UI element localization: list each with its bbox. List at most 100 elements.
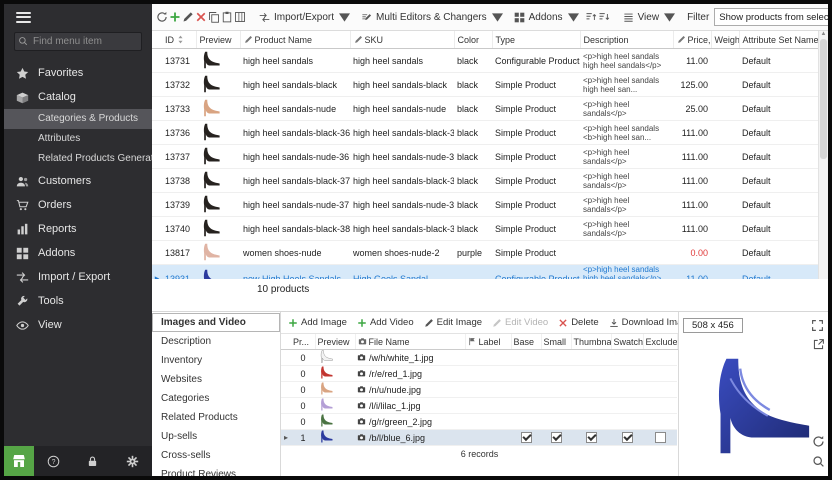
lock-icon[interactable] [86,455,99,468]
sidebar-item-label: Addons [38,247,75,259]
base-checkbox[interactable] [521,432,532,443]
column-header-product-name[interactable]: Product Name [240,31,350,49]
media-row[interactable]: 0/w/h/white_1.jpg [281,350,677,366]
sidebar-item-tools[interactable]: Tools [4,289,152,313]
media-column-label[interactable]: Label [465,334,511,350]
sidebar-item-addons[interactable]: Addons [4,241,152,265]
open-new-window-icon[interactable] [812,338,825,351]
tab-images-and-video[interactable]: Images and Video [152,313,280,332]
edit-image-button[interactable]: Edit Image [420,317,486,328]
media-column-swatch[interactable]: Swatch [611,334,643,350]
row-expander[interactable]: ▸ [152,265,162,280]
sidebar-item-import-export[interactable]: Import / Export [4,265,152,289]
sidebar-item-favorites[interactable]: Favorites [4,61,152,85]
product-row[interactable]: 13817women shoes-nudewomen shoes-nude-2p… [152,241,819,265]
thumbnail-checkbox[interactable] [586,432,597,443]
refresh-button[interactable] [156,7,168,27]
column-header-preview[interactable]: Preview [196,31,240,49]
media-row[interactable]: 0/r/e/red_1.jpg [281,366,677,382]
tab-websites[interactable]: Websites [152,370,280,389]
sidebar-item-categories-products[interactable]: Categories & Products [4,109,152,129]
media-column-preview[interactable]: Preview [315,334,355,350]
sort-desc-button[interactable] [598,7,610,27]
product-row[interactable]: 13740high heel sandals-black-38high heel… [152,217,819,241]
sidebar-item-catalog[interactable]: Catalog [4,85,152,109]
column-header-type[interactable]: Type [492,31,580,49]
product-row[interactable]: 13736high heel sandals-black-36high heel… [152,121,819,145]
product-row[interactable]: 13738high heel sandals-black-37high heel… [152,169,819,193]
exclude-checkbox[interactable] [655,432,666,443]
sidebar-search-input[interactable] [14,32,142,51]
tab-related-products[interactable]: Related Products [152,408,280,427]
columns-button[interactable] [234,7,246,27]
small-checkbox[interactable] [551,432,562,443]
scroll-up-icon[interactable]: ▲ [821,31,827,37]
media-row[interactable]: 0/n/u/nude.jpg [281,382,677,398]
tab-inventory[interactable]: Inventory [152,351,280,370]
swatch-checkbox[interactable] [622,432,633,443]
media-column-pr[interactable]: Pr... [291,334,315,350]
media-column-base[interactable]: Base [511,334,541,350]
copy-button[interactable] [208,7,220,27]
rotate-icon[interactable] [812,435,825,448]
tab-description[interactable]: Description [152,332,280,351]
tab-product-reviews[interactable]: Product Reviews [152,465,280,476]
tab-up-sells[interactable]: Up-sells [152,427,280,446]
media-column-exclude[interactable]: Exclude [643,334,677,350]
cell-weight [711,121,739,145]
column-header-weight[interactable]: Weight [711,31,739,49]
edit-pencil-button[interactable] [182,7,194,27]
product-row[interactable]: 13732high heel sandals-blackhigh heel sa… [152,73,819,97]
cell-color: black [454,49,492,73]
media-row[interactable]: ▸1/b/l/blue_6.jpg [281,430,677,446]
product-row[interactable]: 13733high heel sandals-nudehigh heel san… [152,97,819,121]
view-button[interactable]: View [618,7,681,27]
delete-button[interactable] [195,7,207,27]
column-header-sku[interactable]: SKU [350,31,454,49]
edit-video-button[interactable]: Edit Video [488,317,552,328]
paste-button[interactable] [221,7,233,27]
column-header-price[interactable]: Price, [673,31,711,49]
tab-cross-sells[interactable]: Cross-sells [152,446,280,465]
help-icon[interactable]: ? [47,455,60,468]
media-row[interactable]: 0/l/i/lilac_1.jpg [281,398,677,414]
product-row[interactable]: 13731high heel sandalshigh heel sandalsb… [152,49,819,73]
import-export-button[interactable]: Import/Export [254,7,355,27]
row-expander[interactable]: ▸ [281,430,291,446]
sort-asc-button[interactable] [585,7,597,27]
sidebar-item-attributes[interactable]: Attributes [4,129,152,149]
tab-categories[interactable]: Categories [152,389,280,408]
media-row[interactable]: 0/g/r/green_2.jpg [281,414,677,430]
sidebar-item-view[interactable]: View [4,313,152,337]
product-row[interactable]: 13737high heel sandals-nude-36high heel … [152,145,819,169]
scrollbar-thumb[interactable] [820,39,827,159]
sidebar-item-related-products-generator[interactable]: Related Products Generator [4,149,152,169]
fullscreen-icon[interactable] [811,319,824,332]
column-header-id[interactable]: ID [162,31,196,49]
delete-button[interactable]: Delete [554,317,602,328]
media-column-file-name[interactable]: File Name [355,334,465,350]
sidebar-item-orders[interactable]: Orders [4,193,152,217]
add-image-button[interactable]: Add Image [284,317,351,328]
column-header-attribute-set-name[interactable]: Attribute Set Name [739,31,819,49]
column-header-description[interactable]: Description [580,31,673,49]
product-row[interactable]: 13739high heel sandals-nude-37high heel … [152,193,819,217]
column-header-color[interactable]: Color [454,31,492,49]
media-column-thumbna[interactable]: Thumbna [571,334,611,350]
sidebar-item-reports[interactable]: Reports [4,217,152,241]
store-button[interactable] [4,446,34,476]
add-video-button[interactable]: Add Video [353,317,418,328]
hamburger-menu-icon[interactable] [16,12,31,23]
add-button[interactable] [169,7,181,27]
product-row[interactable]: ▸13931new High Heels SandalsHigh Geels S… [152,265,819,280]
category-filter-select[interactable]: Show products from selected categories [714,8,828,26]
download-image-button[interactable]: Download Image [605,317,678,328]
grid-scrollbar[interactable]: ▲ [818,31,828,279]
caret-down-icon [664,12,675,23]
sidebar-item-customers[interactable]: Customers [4,169,152,193]
addons-button[interactable]: Addons [509,7,584,27]
media-column-small[interactable]: Small [541,334,571,350]
zoom-icon[interactable] [812,455,825,468]
settings-icon[interactable] [126,455,139,468]
multi-editors-changers-button[interactable]: Multi Editors & Changers [356,7,508,27]
